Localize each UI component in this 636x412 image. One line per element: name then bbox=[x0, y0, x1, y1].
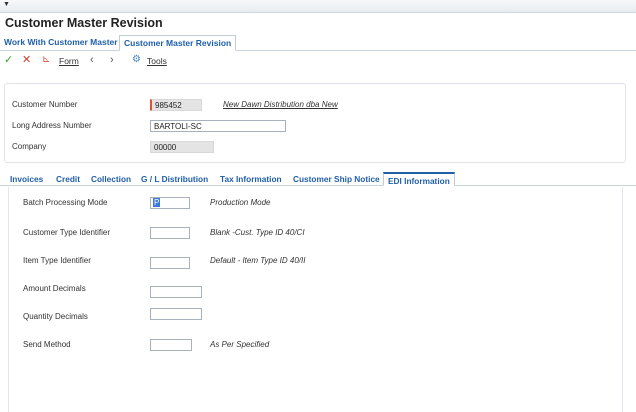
tab-tax-information[interactable]: Tax Information bbox=[220, 174, 282, 184]
amount-decimals-label: Amount Decimals bbox=[23, 284, 86, 293]
batch-mode-description: Production Mode bbox=[210, 198, 271, 207]
tab-customer-ship-notice[interactable]: Customer Ship Notice bbox=[293, 174, 380, 184]
long-address-label: Long Address Number bbox=[12, 121, 92, 130]
chevron-right-icon[interactable]: › bbox=[110, 54, 114, 66]
item-type-field[interactable] bbox=[150, 257, 190, 269]
form-menu-button[interactable]: Form bbox=[59, 55, 79, 67]
top-bar: ▼ bbox=[0, 0, 636, 13]
header-panel: Customer Number 985452 New Dawn Distribu… bbox=[4, 83, 626, 163]
amount-decimals-field[interactable] bbox=[150, 286, 202, 298]
company-label: Company bbox=[12, 142, 47, 151]
chevron-left-icon[interactable]: ‹ bbox=[90, 54, 94, 66]
send-method-description: As Per Specified bbox=[210, 340, 270, 349]
quantity-decimals-field[interactable] bbox=[150, 308, 202, 320]
send-method-label: Send Method bbox=[23, 340, 71, 349]
quantity-decimals-label: Quantity Decimals bbox=[23, 312, 88, 321]
tab-credit[interactable]: Credit bbox=[56, 174, 80, 184]
tab-edi-information[interactable]: EDI Information bbox=[383, 172, 455, 186]
toolbar: ✓ ✕ ⊾ Form ‹ › ⚙ Tools bbox=[0, 52, 636, 70]
edi-information-panel: Batch Processing Mode P Production Mode … bbox=[8, 187, 623, 412]
item-type-description: Default - Item Type ID 40/II bbox=[210, 256, 306, 265]
customer-number-field[interactable]: 985452 bbox=[150, 99, 202, 111]
gear-icon[interactable]: ⚙ bbox=[132, 54, 141, 66]
customer-name-link[interactable]: New Dawn Distribution dba New bbox=[223, 100, 338, 109]
page-title: Customer Master Revision bbox=[5, 16, 163, 30]
send-method-field[interactable] bbox=[150, 339, 192, 351]
company-field[interactable]: 00000 bbox=[150, 141, 214, 153]
customer-type-label: Customer Type Identifier bbox=[23, 228, 111, 237]
item-type-label: Item Type Identifier bbox=[23, 256, 91, 265]
tab-collection[interactable]: Collection bbox=[91, 174, 131, 184]
section-tab-strip: Invoices Credit Collection G / L Distrib… bbox=[0, 172, 636, 186]
tab-customer-master-revision[interactable]: Customer Master Revision bbox=[119, 35, 237, 51]
customer-number-label: Customer Number bbox=[12, 100, 78, 109]
tab-gl-distribution[interactable]: G / L Distribution bbox=[141, 174, 208, 184]
tab-invoices[interactable]: Invoices bbox=[10, 174, 43, 184]
batch-mode-label: Batch Processing Mode bbox=[23, 198, 108, 207]
batch-mode-field[interactable]: P bbox=[150, 197, 190, 209]
long-address-field[interactable]: BARTOLI-SC bbox=[150, 120, 286, 132]
check-icon[interactable]: ✓ bbox=[4, 54, 13, 66]
customer-type-field[interactable] bbox=[150, 227, 190, 239]
tab-work-with-customer-master[interactable]: Work With Customer Master bbox=[0, 36, 122, 50]
close-icon[interactable]: ✕ bbox=[22, 54, 31, 66]
tools-menu-button[interactable]: Tools bbox=[147, 55, 167, 67]
app-tab-strip: Work With Customer Master Customer Maste… bbox=[0, 34, 636, 51]
customer-type-description: Blank -Cust. Type ID 40/CI bbox=[210, 228, 305, 237]
caret-down-icon[interactable]: ▼ bbox=[3, 1, 10, 8]
form-icon[interactable]: ⊾ bbox=[42, 54, 50, 66]
